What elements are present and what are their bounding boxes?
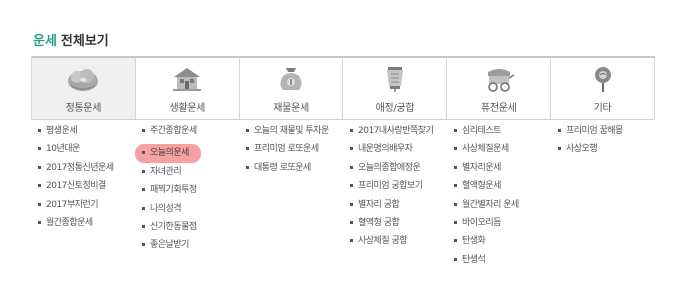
list-item[interactable]: 좋은날받기 bbox=[142, 236, 239, 254]
list-item[interactable]: 월간종합운세 bbox=[38, 214, 135, 232]
cart-icon bbox=[487, 69, 515, 92]
list-item[interactable]: 나의성격 bbox=[142, 200, 239, 218]
lantern-icon bbox=[386, 67, 403, 92]
menu-column-life: 주간종합운세 오늘의운세 자녀관리 패찍기회투정 나의성격 신기한동물점 좋은날… bbox=[135, 122, 239, 269]
list-item[interactable]: 혈액형운세 bbox=[454, 177, 551, 195]
list-item[interactable]: 월간별자리 운세 bbox=[454, 196, 551, 214]
money-bag-icon bbox=[280, 68, 302, 90]
pin-icon bbox=[594, 67, 611, 92]
list-item[interactable]: 2017부지런기 bbox=[38, 196, 135, 214]
menu-column-fusion: 심리테스트 사상체질운세 별자리운세 혈액형운세 월간별자리 운세 바이오리듬 … bbox=[447, 122, 551, 269]
list-item[interactable]: 사상오행 bbox=[558, 140, 655, 158]
menu-column-etc: 프리미엄 꿈해몽 사상오행 bbox=[551, 122, 655, 269]
list-item[interactable]: 프리미엄 궁합보기 bbox=[350, 177, 447, 195]
cloud-icon bbox=[68, 69, 99, 91]
section-title: 운세 전체보기 bbox=[33, 30, 109, 49]
tab-fusion-fortune[interactable]: 퓨전운세 bbox=[447, 58, 552, 119]
list-item[interactable]: 신기한동물점 bbox=[142, 218, 239, 236]
tab-label: 기타 bbox=[593, 103, 612, 114]
tab-label: 퓨전운세 bbox=[480, 103, 517, 114]
list-item[interactable]: 내운명의배우자 bbox=[350, 140, 447, 158]
menu-column-love: 2017내사랑반쪽찾기 내운명의배우자 오늘의종합애정운 프리미엄 궁합보기 별… bbox=[343, 122, 447, 269]
tab-life-fortune[interactable]: 생활운세 bbox=[135, 58, 240, 119]
list-item[interactable]: 오늘의종합애정운 bbox=[350, 159, 447, 177]
view-all-label[interactable]: 전체보기 bbox=[61, 34, 109, 49]
list-item[interactable]: 탄생석 bbox=[454, 251, 551, 269]
tab-label: 정통운세 bbox=[65, 103, 102, 114]
menu-columns: 평생운세 10년대운 2017정통신년운세 2017신토정비결 2017부지런기… bbox=[31, 122, 655, 269]
list-item[interactable]: 사상체질 궁합 bbox=[350, 232, 447, 250]
category-label: 운세 bbox=[33, 34, 57, 49]
list-item[interactable]: 주간종합운세 bbox=[142, 122, 239, 140]
house-icon bbox=[173, 68, 202, 91]
list-item[interactable]: 심리테스트 bbox=[454, 122, 551, 140]
tab-traditional-fortune[interactable]: 정통운세 bbox=[32, 58, 136, 119]
list-item[interactable]: 대통령 로또운세 bbox=[246, 159, 343, 177]
category-tabs: 정통운세 생활운세 재물운세 애정/궁합 퓨전운세 기타 bbox=[31, 56, 655, 120]
tab-label: 생활운세 bbox=[169, 103, 206, 114]
list-item[interactable]: 별자리 궁합 bbox=[350, 196, 447, 214]
menu-column-wealth: 오늘의 재물및 투자운 프리미엄 로또운세 대통령 로또운세 bbox=[239, 122, 343, 269]
list-item[interactable]: 탄생화 bbox=[454, 232, 551, 250]
list-item[interactable]: 평생운세 bbox=[38, 122, 135, 140]
list-item[interactable]: 프리미엄 로또운세 bbox=[246, 140, 343, 158]
list-item-highlighted[interactable]: 오늘의운세 bbox=[135, 144, 201, 163]
list-item[interactable]: 10년대운 bbox=[38, 140, 135, 158]
list-item[interactable]: 패찍기회투정 bbox=[142, 181, 239, 199]
list-item[interactable]: 자녀관리 bbox=[142, 163, 239, 181]
list-item[interactable]: 2017정통신년운세 bbox=[38, 159, 135, 177]
list-item[interactable]: 프리미엄 꿈해몽 bbox=[558, 122, 655, 140]
list-item[interactable]: 혈액형 궁합 bbox=[350, 214, 447, 232]
tab-label: 재물운세 bbox=[273, 103, 309, 114]
list-item[interactable]: 바이오리듬 bbox=[454, 214, 551, 232]
tab-etc[interactable]: 기타 bbox=[551, 58, 655, 119]
tab-label: 애정/궁합 bbox=[375, 103, 415, 114]
tab-wealth-fortune[interactable]: 재물운세 bbox=[239, 58, 344, 119]
menu-column-traditional: 평생운세 10년대운 2017정통신년운세 2017신토정비결 2017부지런기… bbox=[31, 122, 135, 269]
tab-love-compatibility[interactable]: 애정/궁합 bbox=[343, 58, 448, 119]
list-item[interactable]: 별자리운세 bbox=[454, 159, 551, 177]
list-item[interactable]: 2017내사랑반쪽찾기 bbox=[350, 122, 447, 140]
list-item[interactable]: 사상체질운세 bbox=[454, 140, 551, 158]
list-item[interactable]: 오늘의 재물및 투자운 bbox=[246, 122, 343, 140]
list-item[interactable]: 2017신토정비결 bbox=[38, 177, 135, 195]
